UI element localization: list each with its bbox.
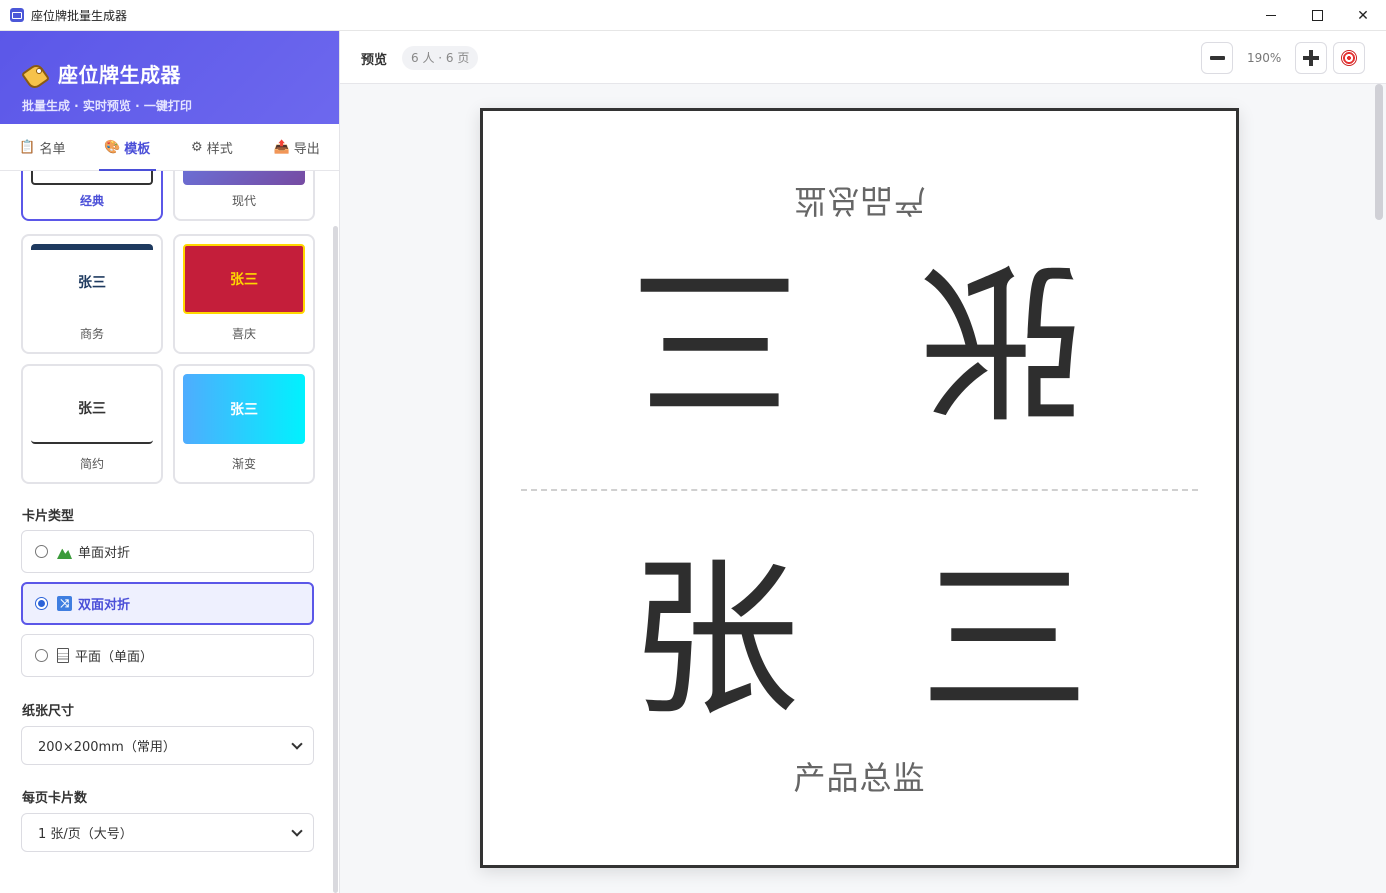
- zoom-out-button[interactable]: [1201, 42, 1233, 74]
- clipboard-icon: 📋: [19, 139, 36, 155]
- close-button[interactable]: ✕: [1340, 0, 1386, 31]
- gear-icon: ⚙: [191, 139, 203, 155]
- template-card-business[interactable]: 张三 商务: [21, 234, 163, 354]
- paper-size-label: 纸张尺寸: [22, 704, 75, 719]
- template-label: 简约: [79, 457, 104, 471]
- preview-toolbar: 预览 6 人 · 6 页 190%: [340, 31, 1386, 84]
- sidebar: 座位牌生成器 批量生成 · 实时预览 · 一键打印 📋 名单 🎨 模板 ⚙ 样式 📤 导…: [0, 31, 340, 893]
- paper-size-select[interactable]: 200×200mm（常用）: [21, 726, 314, 765]
- shuffle-icon: ⤨: [57, 596, 72, 611]
- cards-per-page-select[interactable]: 1 张/页（大号）: [21, 813, 314, 852]
- count-badge: 6 人 · 6 页: [402, 46, 479, 70]
- template-preview: [31, 171, 153, 185]
- template-preview: 张三: [31, 244, 153, 314]
- template-card-classic[interactable]: 经典: [21, 171, 163, 221]
- template-label: 商务: [79, 327, 104, 341]
- window-controls: ✕: [1248, 0, 1386, 31]
- preview-label: 预览: [361, 53, 388, 68]
- template-preview: [183, 171, 305, 185]
- card-type-label: 卡片类型: [22, 509, 75, 524]
- zoom-level: 190%: [1247, 51, 1282, 65]
- template-label: 现代: [231, 194, 256, 208]
- app-icon: [10, 8, 24, 22]
- app-title: 座位牌生成器: [58, 63, 181, 87]
- template-label: 渐变: [231, 457, 256, 471]
- maximize-button[interactable]: [1294, 0, 1340, 31]
- sidebar-header: 座位牌生成器 批量生成 · 实时预览 · 一键打印: [0, 31, 339, 124]
- tab-style[interactable]: ⚙ 样式: [170, 124, 255, 170]
- export-icon: 📤: [273, 139, 290, 155]
- template-card-gradient[interactable]: 张三 渐变: [173, 364, 315, 484]
- card-name-text: 张三: [509, 239, 1090, 437]
- palette-icon: 🎨: [104, 139, 121, 155]
- sidebar-tabs: 📋 名单 🎨 模板 ⚙ 样式 📤 导出: [0, 124, 339, 171]
- title-bar: 座位牌批量生成器 ✕: [0, 0, 1386, 31]
- tab-template[interactable]: 🎨 模板: [85, 124, 170, 171]
- card-name-text: 张三: [629, 542, 1210, 740]
- tag-icon: [22, 61, 48, 87]
- template-preview: 张三: [31, 374, 153, 444]
- window-title: 座位牌批量生成器: [31, 8, 128, 23]
- fit-view-button[interactable]: [1333, 42, 1365, 74]
- cards-per-page-label: 每页卡片数: [22, 791, 88, 806]
- radio-button[interactable]: [35, 545, 48, 558]
- card-title-text: 产品总监: [793, 182, 926, 220]
- app-subtitle: 批量生成 · 实时预览 · 一键打印: [22, 99, 192, 113]
- card-back-side: 张三 产品总监: [483, 111, 1236, 488]
- chevron-down-icon: [291, 825, 303, 837]
- template-preview: 张三: [183, 374, 305, 444]
- canvas-scrollbar[interactable]: [1375, 84, 1383, 220]
- preview-canvas: 张三 产品总监 张三 产品总监: [340, 84, 1386, 893]
- radio-button[interactable]: [35, 597, 48, 610]
- plus-icon: [1303, 50, 1319, 66]
- card-type-double-fold[interactable]: ⤨ 双面对折: [21, 582, 314, 625]
- template-preview: 张三: [183, 244, 305, 314]
- tab-list[interactable]: 📋 名单: [0, 124, 85, 170]
- template-card-minimal[interactable]: 张三 简约: [21, 364, 163, 484]
- card-title-text: 产品总监: [793, 759, 926, 797]
- template-label: 经典: [79, 194, 104, 208]
- template-card-festive[interactable]: 张三 喜庆: [173, 234, 315, 354]
- template-label: 喜庆: [231, 327, 256, 341]
- chevron-down-icon: [291, 738, 303, 750]
- preview-page: 张三 产品总监 张三 产品总监: [480, 108, 1239, 868]
- radio-button[interactable]: [35, 649, 48, 662]
- zoom-in-button[interactable]: [1295, 42, 1327, 74]
- close-icon: ✕: [1357, 7, 1369, 24]
- card-front-side: 张三 产品总监: [483, 491, 1236, 868]
- card-type-single-fold[interactable]: 单面对折: [21, 530, 314, 573]
- template-card-modern[interactable]: 现代: [173, 171, 315, 221]
- landscape-icon: [57, 548, 72, 559]
- sidebar-content: 经典 现代 张三 商务 张三 喜庆 张三 简约 张三 渐变 卡片类型 单面对折 …: [0, 171, 339, 893]
- minimize-button[interactable]: [1248, 0, 1294, 31]
- minus-icon: [1209, 56, 1225, 60]
- page-icon: [57, 648, 69, 663]
- sidebar-scrollbar[interactable]: [333, 226, 338, 893]
- target-icon: [1341, 50, 1357, 66]
- card-type-flat[interactable]: 平面（单面）: [21, 634, 314, 677]
- tab-export[interactable]: 📤 导出: [254, 124, 339, 170]
